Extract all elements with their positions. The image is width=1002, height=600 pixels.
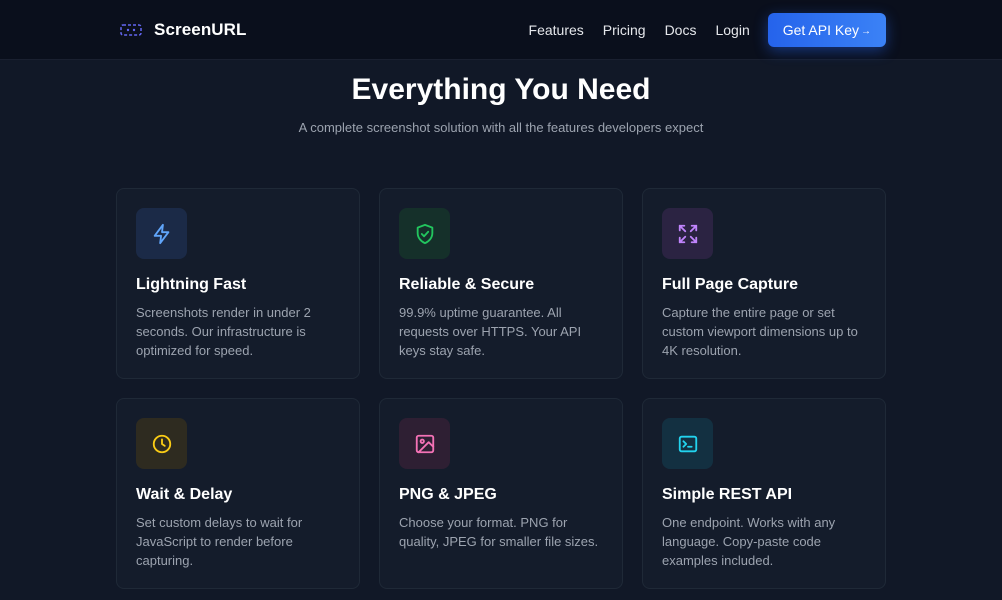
feature-icon-box (136, 208, 187, 259)
feature-card-full-page-capture: Full Page Capture Capture the entire pag… (642, 188, 886, 379)
feature-card-reliable-secure: Reliable & Secure 99.9% uptime guarantee… (379, 188, 623, 379)
get-api-key-button[interactable]: Get API Key → (767, 12, 886, 47)
clock-icon (152, 434, 171, 453)
brand-logo-icon (120, 19, 142, 41)
feature-icon-box (399, 208, 450, 259)
terminal-icon (678, 435, 697, 452)
feature-description: Choose your format. PNG for quality, JPE… (399, 515, 599, 549)
feature-description: One endpoint. Works with any language. C… (662, 515, 836, 568)
feature-icon-box (136, 418, 187, 469)
navbar: ScreenURL Features Pricing Docs Login Ge… (0, 0, 1002, 60)
feature-icon-box (662, 208, 713, 259)
expand-icon (678, 224, 697, 243)
feature-title: PNG & JPEG (399, 486, 497, 503)
section-subtitle: A complete screenshot solution with all … (298, 120, 704, 135)
nav-link-docs[interactable]: Docs (665, 22, 697, 38)
feature-card-lightning-fast: Lightning Fast Screenshots render in und… (116, 188, 360, 379)
get-api-key-label: Get API Key (782, 21, 859, 38)
feature-description: Screenshots render in under 2 seconds. O… (136, 305, 311, 358)
feature-title: Reliable & Secure (399, 276, 535, 293)
lightning-icon (153, 223, 169, 244)
feature-card-wait-delay: Wait & Delay Set custom delays to wait f… (116, 398, 360, 589)
feature-icon-box (662, 418, 713, 469)
page: ScreenURL Features Pricing Docs Login Ge… (0, 0, 1002, 600)
brand[interactable]: ScreenURL (120, 19, 247, 41)
feature-card-png-jpeg: PNG & JPEG Choose your format. PNG for q… (379, 398, 623, 589)
feature-title: Simple REST API (662, 486, 793, 503)
feature-description: Set custom delays to wait for JavaScript… (136, 515, 303, 568)
nav-links: Features Pricing Docs Login Get API Key … (529, 12, 886, 47)
shield-check-icon (416, 223, 433, 244)
feature-description: Capture the entire page or set custom vi… (662, 305, 858, 358)
feature-description: 99.9% uptime guarantee. All requests ove… (399, 305, 582, 358)
image-icon (415, 434, 434, 453)
arrow-right-icon: → (861, 25, 871, 37)
brand-name: ScreenURL (154, 19, 247, 39)
section-title: Everything You Need (351, 73, 651, 106)
feature-card-simple-rest-api: Simple REST API One endpoint. Works with… (642, 398, 886, 589)
feature-title: Lightning Fast (136, 276, 247, 293)
feature-title: Full Page Capture (662, 276, 799, 293)
nav-link-pricing[interactable]: Pricing (603, 22, 646, 38)
feature-title: Wait & Delay (136, 486, 233, 503)
feature-icon-box (399, 418, 450, 469)
nav-link-features[interactable]: Features (529, 22, 584, 38)
nav-link-login[interactable]: Login (715, 22, 749, 38)
